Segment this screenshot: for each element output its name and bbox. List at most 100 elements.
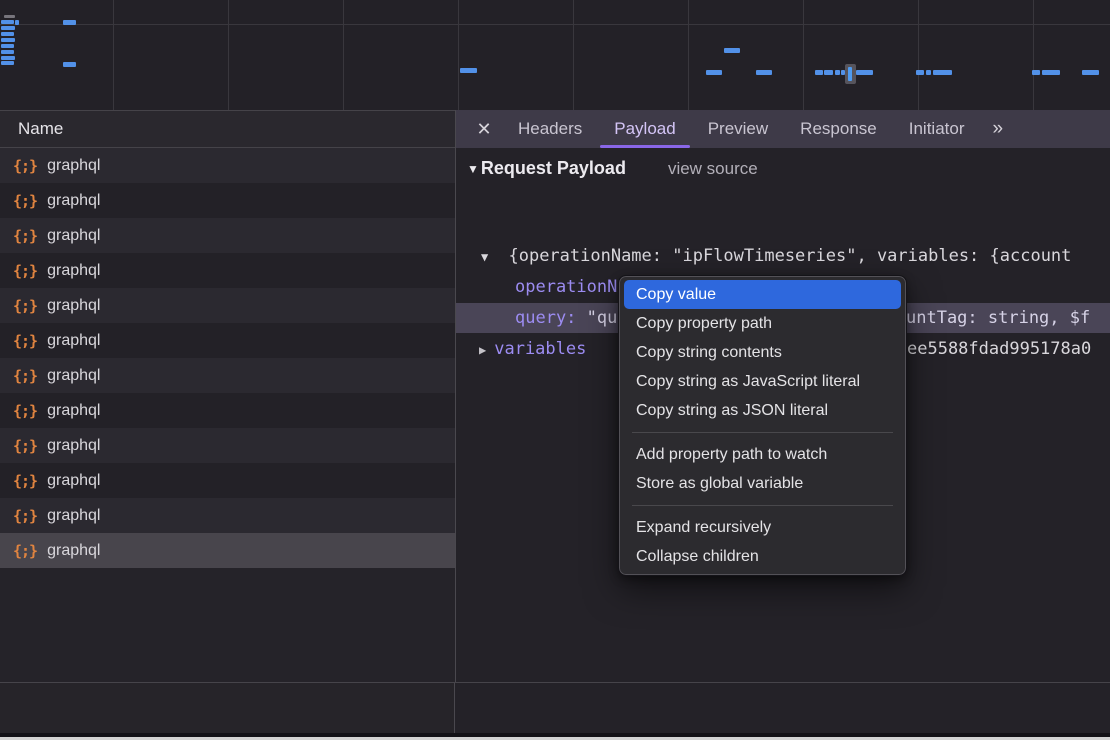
request-row[interactable]: {;} graphql xyxy=(0,498,455,533)
request-rows: {;} graphql {;} graphql {;} graphql {;} graphql… xyxy=(0,148,455,568)
json-braces-icon: {;} xyxy=(13,542,37,560)
timeline-request-bar xyxy=(916,70,924,75)
request-name-label: graphql xyxy=(47,367,100,385)
request-row[interactable]: {;} graphql xyxy=(0,463,455,498)
property-value-fragment-right: untTag: string, $f xyxy=(906,303,1090,333)
json-braces-icon: {;} xyxy=(13,157,37,175)
timeline-gridline xyxy=(458,0,459,110)
request-row[interactable]: {;} graphql xyxy=(0,393,455,428)
request-row[interactable]: {;} graphql xyxy=(0,358,455,393)
tab-payload[interactable]: Payload xyxy=(608,110,681,148)
request-name-label: graphql xyxy=(47,262,100,280)
request-row[interactable]: {;}graphql xyxy=(0,323,455,358)
timeline-gridline xyxy=(1033,0,1034,110)
context-menu: Copy valueCopy property pathCopy string … xyxy=(619,276,906,575)
timeline-request-bar xyxy=(724,48,740,53)
json-braces-icon: {;} xyxy=(13,297,37,315)
tabs: Headers Payload Preview Response Initiator xyxy=(502,110,980,148)
request-row[interactable]: {;}graphql xyxy=(0,183,455,218)
timeline-request-bar xyxy=(1,26,15,30)
json-braces-icon: {;} xyxy=(13,402,37,420)
timeline-request-bar xyxy=(1,50,14,54)
request-name-label: graphql xyxy=(47,437,100,455)
request-name-label: graphql xyxy=(47,157,100,175)
timeline-request-bar xyxy=(1042,70,1060,75)
network-request-list-panel: Name {;}graphql{;}graphql{;}graphql{;}gr… xyxy=(0,110,455,682)
json-braces-icon: {;} xyxy=(13,507,37,525)
timeline-request-bar xyxy=(835,70,840,75)
request-row[interactable]: {;}graphql xyxy=(0,218,455,253)
timeline-request-bar xyxy=(1,38,15,42)
menu-item-add-property-path-to-watch[interactable]: Add property path to watch xyxy=(624,440,901,469)
timeline-request-bar xyxy=(1,61,14,65)
timeline-gridline xyxy=(803,0,804,110)
request-name-label: graphql xyxy=(47,507,100,525)
tab-initiator[interactable]: Initiator xyxy=(903,110,971,148)
tab-preview[interactable]: Preview xyxy=(702,110,774,148)
menu-item-copy-string-contents[interactable]: Copy string contents xyxy=(624,338,901,367)
json-braces-icon: {;} xyxy=(13,262,37,280)
request-row[interactable]: {;} graphql xyxy=(0,148,455,183)
view-source-link[interactable]: view source xyxy=(668,159,758,179)
property-key: variables xyxy=(494,339,586,359)
property-value-fragment-right: ee5588fdad995178a0 xyxy=(907,334,1091,364)
request-payload-title: Request Payload xyxy=(481,158,626,179)
request-row[interactable]: {;} graphql xyxy=(0,253,455,288)
request-row[interactable]: {;} graphql xyxy=(0,428,455,463)
payload-root-preview-row[interactable]: ▼ {operationName: "ipFlowTimeseries", va… xyxy=(456,241,1110,271)
menu-item-copy-property-path[interactable]: Copy property path xyxy=(624,309,901,338)
menu-item-collapse-children[interactable]: Collapse children xyxy=(624,542,901,571)
timeline-gridline xyxy=(113,0,114,110)
menu-item-copy-string-as-json-literal[interactable]: Copy string as JSON literal xyxy=(624,396,901,425)
timeline-request-bar xyxy=(460,68,477,73)
summary-bar xyxy=(0,682,1110,733)
timeline-gridline xyxy=(343,0,344,110)
timeline-gridline xyxy=(228,0,229,110)
collapsed-triangle-icon[interactable]: ▶ xyxy=(479,343,486,357)
collapse-triangle-icon[interactable]: ▼ xyxy=(467,162,479,176)
request-name-label: graphql xyxy=(47,472,100,490)
name-column-header[interactable]: Name xyxy=(0,111,455,148)
close-details-button[interactable]: ✕ xyxy=(466,119,502,140)
timeline-request-bar xyxy=(1032,70,1040,75)
json-braces-icon: {;} xyxy=(13,472,37,490)
timeline-request-bar xyxy=(815,70,823,75)
menu-separator xyxy=(632,505,893,506)
timeline-request-bar xyxy=(63,20,76,25)
payload-root-preview-text: {operationName: "ipFlowTimeseries", vari… xyxy=(508,246,1071,266)
property-key: query: xyxy=(515,308,587,328)
timeline-request-bar xyxy=(4,15,15,18)
menu-separator xyxy=(632,432,893,433)
more-tabs-chevron-icon[interactable]: » xyxy=(992,118,1001,140)
menu-item-copy-string-as-javascript-literal[interactable]: Copy string as JavaScript literal xyxy=(624,367,901,396)
request-row[interactable]: {;} graphql xyxy=(0,288,455,323)
timeline-request-bar xyxy=(933,70,952,75)
request-name-label: graphql xyxy=(47,402,100,420)
timeline-gridline xyxy=(918,0,919,110)
request-payload-section-header[interactable]: ▼ Request Payload view source xyxy=(467,158,758,179)
timeline-request-bar xyxy=(1,56,15,60)
expanded-triangle-icon[interactable]: ▼ xyxy=(481,250,488,264)
menu-item-copy-value[interactable]: Copy value xyxy=(624,280,901,309)
timeline-request-bar xyxy=(1082,70,1099,75)
menu-item-store-as-global-variable[interactable]: Store as global variable xyxy=(624,469,901,498)
menu-item-expand-recursively[interactable]: Expand recursively xyxy=(624,513,901,542)
timeline-request-bar xyxy=(824,70,833,75)
json-braces-icon: {;} xyxy=(13,227,37,245)
network-overview-timeline[interactable] xyxy=(0,0,1110,110)
timeline-request-bar xyxy=(926,70,931,75)
timeline-request-bar xyxy=(1,44,14,48)
request-row[interactable]: {;} graphql xyxy=(0,533,455,568)
tab-response[interactable]: Response xyxy=(794,110,883,148)
tab-headers[interactable]: Headers xyxy=(512,110,588,148)
timeline-request-bar xyxy=(1,20,14,24)
request-name-label: graphql xyxy=(47,332,100,350)
timeline-selection-marker-line xyxy=(848,67,852,81)
request-name-label: graphql xyxy=(47,542,100,560)
timeline-request-bar xyxy=(756,70,772,75)
timeline-request-bar xyxy=(15,20,19,25)
property-value-fragment-left: "qu xyxy=(587,308,618,328)
json-braces-icon: {;} xyxy=(13,437,37,455)
request-name-label: graphql xyxy=(47,297,100,315)
json-braces-icon: {;} xyxy=(13,367,37,385)
